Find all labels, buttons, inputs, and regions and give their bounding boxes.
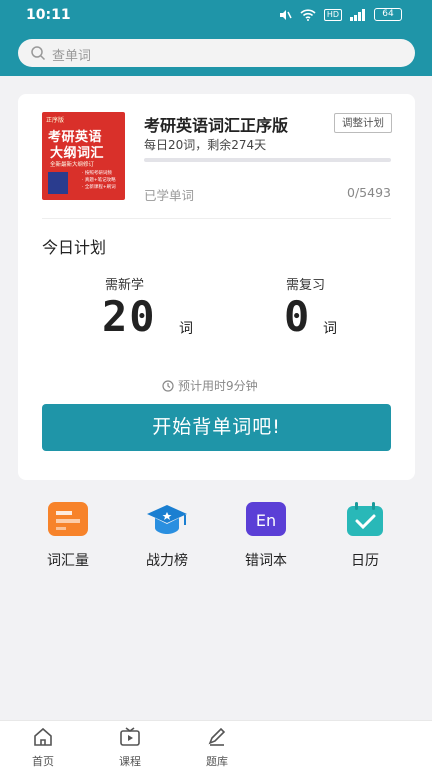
estimate-text: 预计用时9分钟 — [178, 379, 258, 393]
daily-info: 每日20词，剩余274天 — [144, 138, 267, 152]
cover-title-line2: 大纲词汇 — [50, 146, 105, 161]
review-words-count: 0 — [284, 292, 312, 341]
cover-badge: 正序版 — [46, 117, 65, 124]
feature-label: 日历 — [351, 553, 379, 569]
signal-icon — [350, 8, 365, 21]
adjust-plan-button[interactable]: 调整计划 — [334, 113, 392, 133]
progress-bar — [144, 158, 391, 162]
cover-illustration — [48, 172, 68, 194]
battery-indicator: 64 — [374, 8, 402, 21]
feature-leaderboard[interactable]: 战力榜 — [122, 500, 212, 570]
hd-badge: HD — [323, 8, 342, 21]
svg-text:En: En — [256, 511, 276, 530]
cover-bullet: · 全新课程+刷词 — [82, 185, 116, 190]
tab-courses[interactable]: 课程 — [100, 727, 160, 769]
status-icons: HD 64 — [278, 8, 402, 21]
tab-question-bank[interactable]: 题库 — [187, 727, 247, 769]
cover-subtitle: 全新最新大纲修订 — [50, 162, 95, 168]
tab-label: 首页 — [32, 755, 54, 768]
clock-icon — [162, 379, 174, 392]
new-words-count: 20 — [102, 292, 157, 341]
pencil-icon — [208, 727, 226, 746]
tab-home[interactable]: 首页 — [13, 727, 73, 769]
feature-vocabulary[interactable]: 词汇量 — [23, 500, 113, 570]
header: 10:11 HD 64 查单词 — [0, 0, 432, 76]
estimate-time: 预计用时9分钟 — [162, 377, 258, 394]
learned-words-count: 0/5493 — [347, 185, 391, 200]
status-bar: 10:11 HD 64 — [0, 0, 432, 30]
status-time: 10:11 — [26, 7, 71, 23]
graduation-cap-icon — [145, 500, 189, 540]
feature-shortcuts: 词汇量 战力榜 En 错词本 日历 — [0, 500, 432, 580]
tab-label: 题库 — [206, 755, 228, 768]
feature-wrong-words[interactable]: En 错词本 — [221, 500, 311, 570]
learned-words-label: 已学单词 — [144, 188, 195, 203]
book-title: 考研英语词汇正序版 — [144, 116, 289, 135]
search-placeholder: 查单词 — [52, 49, 92, 64]
feature-calendar[interactable]: 日历 — [320, 500, 410, 570]
study-plan-card: 正序版 考研英语 大纲词汇 全新最新大纲修订 · 按照考研词频 · 真题+笔记攻… — [18, 94, 415, 480]
en-book-icon: En — [244, 500, 288, 540]
search-icon — [31, 46, 46, 61]
review-words-label: 需复习 — [286, 278, 326, 293]
tv-icon — [120, 727, 140, 746]
wifi-icon — [300, 8, 316, 21]
feature-label: 战力榜 — [146, 553, 188, 569]
new-words-unit: 词 — [179, 321, 193, 337]
review-words-unit: 词 — [323, 321, 337, 337]
divider — [42, 218, 391, 219]
cover-bullet: · 真题+笔记攻略 — [82, 178, 116, 183]
new-words-label: 需新学 — [105, 278, 145, 293]
cover-bullets: · 按照考研词频 · 真题+笔记攻略 · 全新课程+刷词 — [82, 170, 116, 191]
cover-bullet: · 按照考研词频 — [82, 171, 112, 176]
mute-icon — [279, 9, 292, 20]
today-plan-title: 今日计划 — [42, 238, 107, 257]
book-cover[interactable]: 正序版 考研英语 大纲词汇 全新最新大纲修订 · 按照考研词频 · 真题+笔记攻… — [42, 112, 125, 200]
vocabulary-icon — [46, 500, 90, 540]
bottom-tab-bar: 首页 课程 题库 — [0, 720, 432, 769]
search-input[interactable]: 查单词 — [18, 39, 415, 67]
tab-label: 课程 — [119, 755, 141, 768]
start-memorizing-button[interactable]: 开始背单词吧! — [42, 404, 391, 451]
home-icon — [34, 727, 52, 746]
feature-label: 词汇量 — [47, 553, 89, 569]
calendar-check-icon — [343, 500, 387, 540]
feature-label: 错词本 — [245, 553, 287, 569]
